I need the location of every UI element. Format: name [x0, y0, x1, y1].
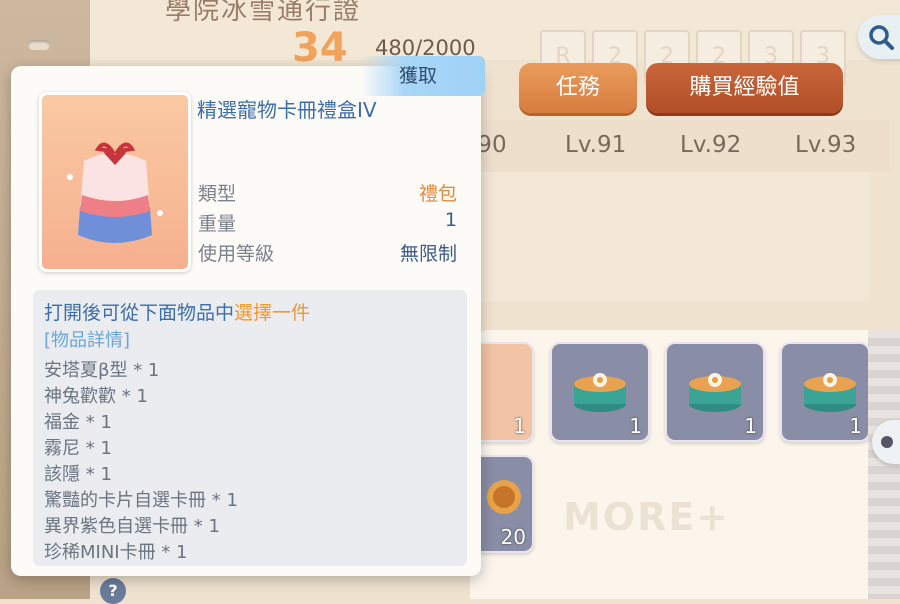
- side-decoration: [868, 330, 900, 599]
- binding-ring: [28, 40, 50, 50]
- reward-slot[interactable]: 1: [665, 342, 765, 442]
- contents-panel: 打開後可從下面物品中選擇一件 [物品詳情] 安塔夏β型 * 1 神兔歡歡 * 1…: [33, 290, 467, 566]
- item-name: 精選寵物卡冊禮盒IV: [197, 98, 377, 122]
- item-count: 1: [629, 414, 642, 438]
- item-count: 1: [744, 414, 757, 438]
- search-button[interactable]: [858, 15, 900, 59]
- attr-value-weight: 1: [444, 209, 457, 231]
- attr-label-weight: 重量: [198, 213, 237, 235]
- level-label: Lv.92: [680, 132, 742, 158]
- reward-slot[interactable]: 1: [550, 342, 650, 442]
- gift-box-icon: [804, 373, 856, 412]
- level-strip: .90 Lv.91 Lv.92 Lv.93: [470, 120, 890, 172]
- item-count: 20: [500, 525, 526, 549]
- gift-box-icon: [574, 373, 626, 412]
- more-watermark: MORE+: [563, 495, 731, 539]
- content-item: 珍稀MINI卡冊 * 1: [44, 542, 188, 563]
- search-icon: [869, 25, 894, 50]
- help-button[interactable]: ?: [100, 578, 126, 604]
- level-label: Lv.93: [795, 132, 857, 158]
- content-item: 驚豔的卡片自選卡冊 * 1: [44, 490, 238, 511]
- attr-value-type: 禮包: [418, 183, 457, 205]
- item-count: 1: [849, 414, 862, 438]
- contents-title-prefix: 打開後可從下面物品中: [44, 302, 235, 324]
- content-item: 霧尼 * 1: [44, 438, 112, 459]
- pass-level: 34: [292, 25, 348, 71]
- level-label: Lv.91: [565, 132, 627, 158]
- contents-title-highlight: 選擇一件: [234, 302, 311, 324]
- content-item: 福金 * 1: [44, 412, 112, 433]
- contents-title: 打開後可從下面物品中選擇一件: [44, 298, 310, 325]
- item-details-link[interactable]: [物品詳情]: [44, 326, 130, 352]
- gift-bag-icon: [67, 142, 163, 243]
- content-item: 神兔歡歡 * 1: [44, 386, 148, 407]
- content-item: 該隱 * 1: [44, 464, 112, 485]
- reward-slot[interactable]: 1: [780, 342, 870, 442]
- pass-title: 學院冰雪通行證: [165, 0, 362, 26]
- item-tooltip: 獲取 精選寵物卡冊禮盒IV 類型 禮包 重量 1 使用等級 無限制 打開後可從下…: [11, 56, 485, 576]
- item-thumbnail: [39, 92, 191, 272]
- task-button[interactable]: 任務: [519, 63, 637, 113]
- obtain-tab[interactable]: 獲取: [361, 56, 485, 96]
- attr-label-type: 類型: [198, 183, 237, 205]
- reward-area: [470, 172, 870, 302]
- content-item: 異界紫色自選卡冊 * 1: [44, 516, 220, 537]
- attr-value-level: 無限制: [399, 243, 457, 265]
- content-item: 安塔夏β型 * 1: [44, 360, 160, 381]
- attr-label-level: 使用等級: [198, 243, 275, 265]
- item-count: 1: [513, 414, 526, 438]
- gift-box-icon: [689, 373, 741, 412]
- tart-icon: [487, 480, 521, 514]
- buy-exp-button[interactable]: 購買經驗值: [646, 63, 843, 113]
